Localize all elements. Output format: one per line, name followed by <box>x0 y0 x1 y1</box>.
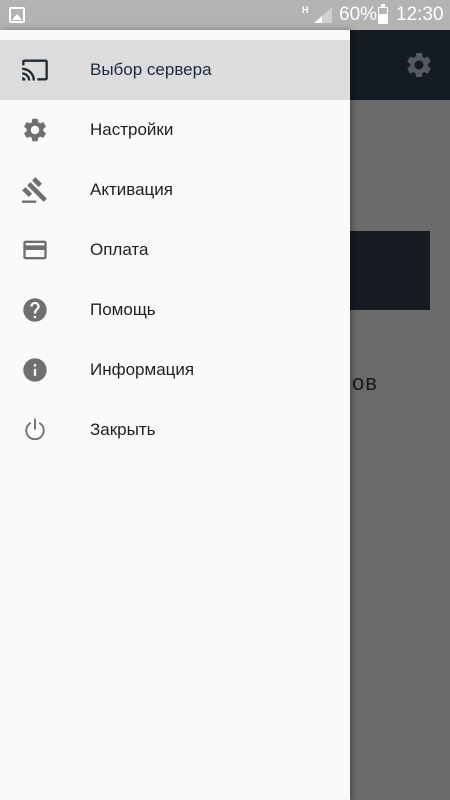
drawer-item-label: Информация <box>90 360 195 379</box>
drawer-item-label: Закрыть <box>90 420 156 439</box>
help-icon <box>23 298 47 322</box>
cast-icon <box>22 59 48 81</box>
drawer-item-label: Активация <box>90 180 173 199</box>
drawer-item-info[interactable]: Информация <box>0 340 350 400</box>
drawer-item-label: Помощь <box>90 300 156 319</box>
battery-icon <box>378 4 388 24</box>
info-icon <box>23 358 47 382</box>
drawer-item-label: Оплата <box>90 240 149 259</box>
gear-icon <box>24 118 46 142</box>
drawer-item-activation[interactable]: Активация <box>0 160 350 220</box>
gavel-icon <box>22 177 47 203</box>
signal-icon <box>314 7 332 23</box>
drawer-item-label: Настройки <box>90 120 174 139</box>
clock: 12:30 <box>396 4 444 25</box>
drawer-item-close[interactable]: Закрыть <box>0 400 350 460</box>
drawer-item-settings[interactable]: Настройки <box>0 100 350 160</box>
battery-percent: 60% <box>339 4 378 25</box>
credit-card-icon <box>23 240 47 260</box>
settings-gear-icon[interactable] <box>404 50 434 80</box>
network-type-label: H <box>302 5 309 15</box>
drawer-item-help[interactable]: Помощь <box>0 280 350 340</box>
drawer-item-label: Выбор сервера <box>90 60 212 79</box>
background-card <box>350 231 430 310</box>
background-partial-text: ов <box>352 370 378 395</box>
status-bar: H 60% 12:30 <box>0 0 450 30</box>
photo-notification-icon <box>9 7 25 23</box>
drawer-item-payment[interactable]: Оплата <box>0 220 350 280</box>
power-icon <box>25 418 45 441</box>
drawer-item-server-select[interactable]: Выбор сервера <box>0 40 350 100</box>
navigation-drawer: Выбор сервера Настройки Активация Оплата… <box>0 30 350 800</box>
